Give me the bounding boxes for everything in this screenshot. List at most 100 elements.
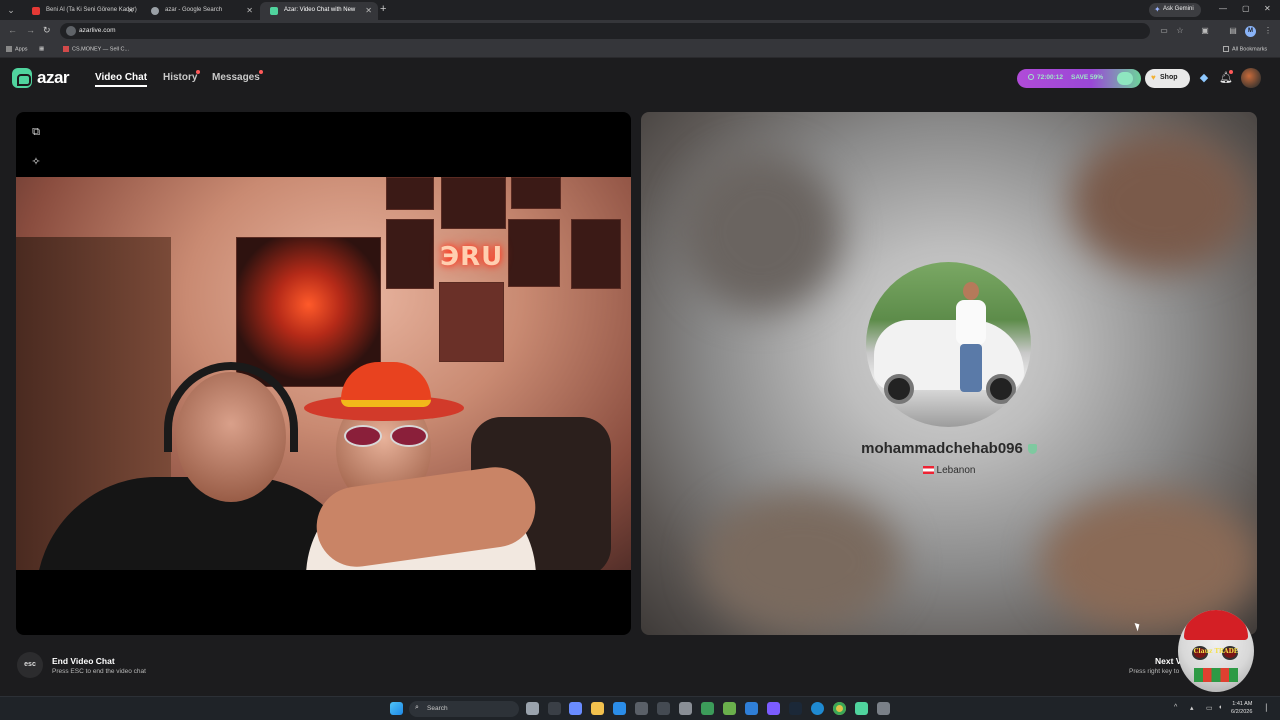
gem-icon — [1117, 72, 1133, 85]
bookmark-csmoney[interactable]: CS.MONEY — Sell C... — [63, 46, 129, 52]
end-video-chat-hint: Press ESC to end the video chat — [52, 668, 146, 675]
close-tab-icon[interactable]: ✕ — [127, 6, 134, 15]
bookmarks-bar: Apps ▦ CS.MONEY — Sell C... All Bookmark… — [0, 42, 1280, 58]
chrome-icon[interactable] — [833, 702, 846, 715]
forward-icon[interactable]: → — [26, 25, 35, 35]
task-view-icon[interactable] — [526, 702, 539, 715]
close-tab-icon[interactable]: ✕ — [246, 6, 253, 15]
shop-button[interactable]: ♥ Shop — [1145, 69, 1190, 88]
all-bookmarks[interactable]: All Bookmarks — [1223, 46, 1267, 52]
nav-messages[interactable]: Messages — [212, 72, 260, 83]
app-icon[interactable] — [723, 702, 736, 715]
bookmark-label: CS.MONEY — Sell C... — [72, 46, 130, 53]
steam-icon[interactable] — [789, 702, 802, 715]
gemini-sparkle-icon: ✦ — [1154, 5, 1161, 14]
mail-icon[interactable] — [613, 702, 626, 715]
search-icon: ⌕ — [415, 704, 419, 711]
app-icon[interactable] — [657, 702, 670, 715]
settings-gear-icon[interactable] — [877, 702, 890, 715]
blurred-background — [681, 152, 841, 312]
tab-title: Azar: Video Chat with New — [284, 7, 356, 13]
shop-label: Shop — [1160, 74, 1178, 81]
partner-name-row: mohammadchehab096 — [641, 440, 1257, 457]
copilot-icon[interactable] — [569, 702, 582, 715]
tray-chevron-icon[interactable]: ^ — [1174, 704, 1177, 711]
local-camera-feed: ЭRU — [16, 177, 631, 570]
azar-app-icon[interactable] — [855, 702, 868, 715]
tab-google-search[interactable]: azar - Google Search ✕ — [141, 2, 259, 20]
next-video-chat-hint: Press right key to — [1129, 668, 1180, 675]
app-icon[interactable] — [745, 702, 758, 715]
minimize-icon[interactable]: — — [1219, 4, 1227, 13]
extensions-icon[interactable]: ▣ — [1200, 26, 1210, 36]
tab-youtube[interactable]: Beni Al (Ta Ki Seni Görene Kadar) ✕ — [22, 2, 140, 20]
file-explorer-icon[interactable] — [591, 702, 604, 715]
gemini-label: Ask Gemini — [1163, 6, 1194, 12]
man-figure — [954, 282, 988, 392]
magic-wand-icon[interactable]: ✧ — [29, 155, 43, 169]
start-windows-icon[interactable] — [390, 702, 403, 715]
notifications-icon[interactable]: ▏ — [1266, 704, 1271, 712]
streamer-logo-overlay: Clauz TRADE — [1178, 610, 1254, 692]
messages-notification-dot — [259, 70, 263, 74]
volume-icon[interactable]: ◖ — [1218, 704, 1222, 711]
address-bar[interactable]: azarlive.com — [60, 23, 1150, 39]
my-avatar[interactable] — [1241, 68, 1261, 88]
edge-icon[interactable] — [811, 702, 824, 715]
verified-shield-icon — [1027, 444, 1037, 455]
app-icon[interactable] — [635, 702, 648, 715]
taskbar-search-placeholder: Search — [427, 705, 448, 712]
azar-logo-text[interactable]: azar — [37, 68, 70, 88]
profile-avatar[interactable]: M — [1245, 26, 1256, 37]
reload-icon[interactable]: ↻ — [43, 25, 51, 36]
tab-title: Beni Al (Ta Ki Seni Görene Kadar) — [46, 7, 137, 13]
folder-icon — [1223, 46, 1229, 52]
azar-favicon-icon — [270, 7, 278, 15]
menu-kebab-icon[interactable]: ⋮ — [1263, 26, 1273, 36]
promo-offer-banner[interactable]: 72:00:12 SAVE 59% — [1017, 69, 1141, 88]
clock-time: 1:41 AM — [1232, 701, 1253, 707]
cast-icon[interactable]: ▭ — [1159, 26, 1169, 36]
tab-search-icon[interactable]: ⌄ — [4, 3, 18, 17]
neon-sign: ЭRU — [440, 242, 504, 272]
taskbar-clock[interactable]: 1:41 AM 6/2/2026 — [1231, 700, 1252, 716]
taskbar-search[interactable]: ⌕ Search — [409, 701, 519, 717]
new-tab-button[interactable]: + — [380, 3, 386, 15]
nav-video-chat[interactable]: Video Chat — [95, 72, 148, 87]
bookmark-apps[interactable]: Apps — [6, 46, 28, 52]
address-toolbar: ← → ↻ azarlive.com ▭ ☆ ▣ ▤ ⋮ — [0, 20, 1280, 42]
app-icon[interactable] — [679, 702, 692, 715]
close-tab-icon[interactable]: ✕ — [365, 6, 372, 15]
tab-azar[interactable]: Azar: Video Chat with New ✕ — [260, 2, 378, 20]
nav-history[interactable]: History — [163, 72, 197, 83]
azar-logo-icon[interactable] — [12, 68, 32, 88]
apps-grid-icon — [6, 46, 12, 52]
promo-timer: 72:00:12 — [1037, 74, 1064, 81]
side-panel-icon[interactable]: ▤ — [1228, 26, 1238, 36]
wall-poster — [386, 177, 434, 210]
partner-video-panel: mohammadchehab096 Lebanon — [641, 112, 1257, 635]
wall-poster — [511, 177, 561, 209]
partner-username: mohammadchehab096 — [861, 440, 1023, 457]
bookmark-star-icon[interactable]: ☆ — [1175, 26, 1185, 36]
google-favicon-icon — [151, 7, 159, 15]
partner-profile-photo[interactable] — [866, 262, 1031, 427]
site-info-icon[interactable] — [66, 26, 76, 36]
app-icon[interactable] — [701, 702, 714, 715]
bookmark-icon — [63, 46, 69, 52]
expand-video-icon[interactable]: ⧉ — [29, 125, 43, 139]
maximize-icon[interactable]: ▢ — [1242, 4, 1250, 13]
wall-poster — [386, 219, 434, 289]
grid-icon[interactable]: ▦ — [39, 46, 44, 52]
gems-icon[interactable]: ◆ — [1197, 71, 1211, 85]
discord-icon[interactable] — [767, 702, 780, 715]
close-window-icon[interactable]: ✕ — [1264, 4, 1271, 13]
tray-app-icon[interactable]: ▴ — [1190, 704, 1194, 712]
ask-gemini-button[interactable]: ✦ Ask Gemini — [1149, 3, 1201, 17]
sunglasses — [334, 425, 432, 449]
car-wheel — [884, 374, 914, 404]
network-icon[interactable]: ▭ — [1206, 704, 1213, 712]
app-icon[interactable] — [548, 702, 561, 715]
back-icon[interactable]: ← — [8, 25, 17, 35]
end-chat-esc-button[interactable]: esc — [17, 652, 43, 678]
